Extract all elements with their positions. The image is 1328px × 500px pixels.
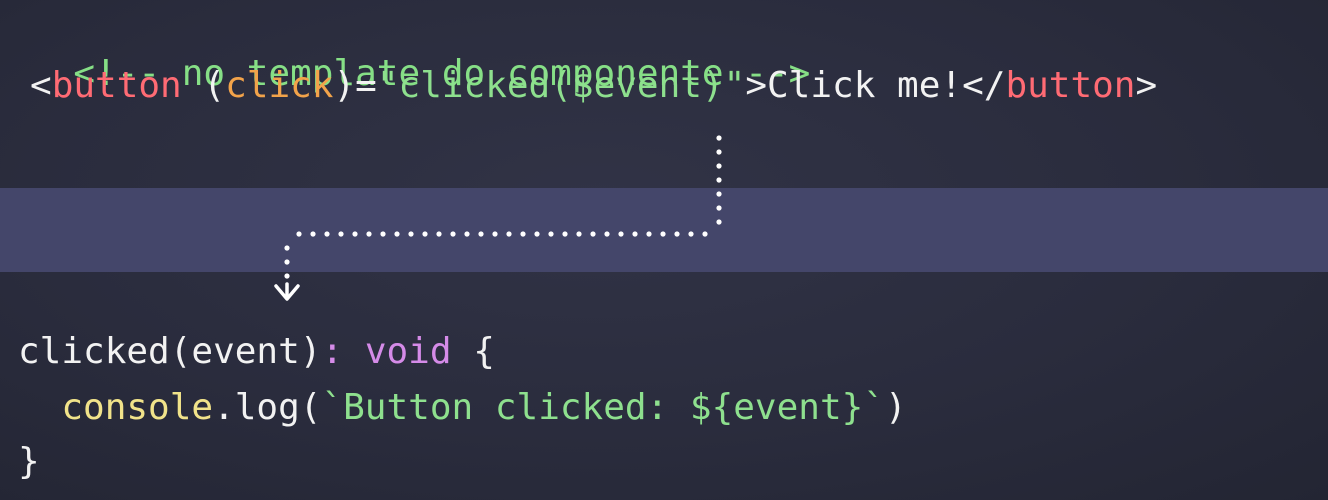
- method-close-line: }: [18, 440, 40, 484]
- brace-close: }: [18, 441, 40, 482]
- method-signature-line: clicked(event): void {: [18, 330, 495, 374]
- return-type: void: [364, 331, 452, 372]
- call-close: ): [884, 387, 907, 428]
- method-signature: clicked(event): [18, 331, 322, 372]
- console-log-line: console.log(`Button clicked: ${event}`): [18, 386, 907, 430]
- brace-open: {: [473, 331, 495, 372]
- console-object: console: [61, 387, 214, 428]
- colon: :: [321, 331, 344, 372]
- log-call: .log(: [213, 387, 322, 428]
- template-literal: `Button clicked: ${event}`: [321, 387, 885, 428]
